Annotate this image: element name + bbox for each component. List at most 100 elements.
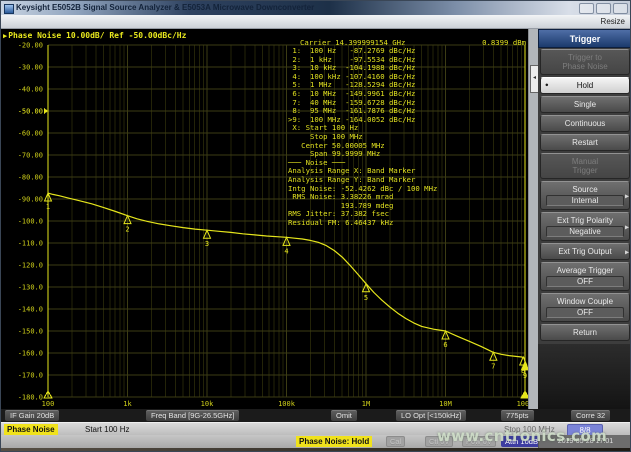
y-axis-labels: -20.00-30.00-40.00-50.00-60.00-70.00-80.… (18, 42, 43, 402)
menu-item-value: Negative (546, 226, 624, 237)
status-item-pow-0v: Pow 0V (462, 436, 496, 447)
close-button[interactable] (613, 3, 628, 14)
svg-text:7: 7 (491, 362, 495, 370)
x-axis-labels: 100 1k 10k 100k 1M 10M 100M (42, 400, 528, 408)
status-segment-corre-32: Corre 32 (571, 410, 610, 421)
menu-filler (538, 344, 631, 409)
menu-item-label: Restart (542, 138, 628, 147)
svg-text:-100.0: -100.0 (18, 218, 43, 226)
svg-text:4: 4 (284, 247, 288, 255)
selected-bullet-icon: ● (545, 81, 549, 90)
svg-text:5: 5 (364, 294, 368, 302)
softkey-menu: Trigger Trigger toPhase Noise ●Hold Single… (538, 29, 631, 409)
svg-text:-160.0: -160.0 (18, 350, 43, 358)
window-bottom-edge (1, 448, 631, 452)
svg-text:100M: 100M (517, 400, 528, 408)
menu-item-label: Phase Noise (542, 62, 628, 71)
svg-text:-150.0: -150.0 (18, 328, 43, 336)
svg-text:10k: 10k (201, 400, 214, 408)
menu-item-label: Source (542, 185, 628, 194)
menu-item-single[interactable]: Single (540, 96, 630, 113)
window-buttons (579, 3, 628, 14)
svg-text:-110.0: -110.0 (18, 240, 43, 248)
menu-item-continuous[interactable]: Continuous (540, 115, 630, 132)
submenu-arrow-icon: ▸ (625, 191, 629, 200)
carrier-power: 0.8399 dBm (482, 38, 526, 47)
submenu-arrow-icon: ▸ (625, 247, 629, 256)
svg-text:-30.00: -30.00 (18, 64, 43, 72)
menu-item-return[interactable]: Return (540, 324, 630, 341)
menu-item-trigger-to-phase-noise: Trigger toPhase Noise (540, 49, 630, 75)
svg-text:2: 2 (125, 226, 129, 234)
menu-item-label: Ext Trig Output (542, 247, 628, 256)
menu-item-average-trigger[interactable]: Average TriggerOFF (540, 262, 630, 291)
menu-item-label: Trigger (542, 166, 628, 175)
app-icon (4, 4, 14, 14)
menu-item-ext-trig-output[interactable]: Ext Trig Output▸ (540, 243, 630, 260)
menu-item-value: Internal (546, 195, 624, 206)
svg-text:100k: 100k (278, 400, 296, 408)
window-title: Keysight E5052B Signal Source Analyzer &… (16, 3, 314, 12)
svg-text:-130.0: -130.0 (18, 284, 43, 292)
svg-text:10M: 10M (439, 400, 452, 408)
svg-text:-140.0: -140.0 (18, 306, 43, 314)
svg-text:9: 9 (523, 372, 527, 380)
status-segment-lo-opt-150khz: LO Opt [<150kHz] (396, 410, 466, 421)
menu-item-label: Manual (542, 157, 628, 166)
measurement-status-bar: IF Gain 20dBFreq Band [9G-26.5GHz]OmitLO… (1, 409, 631, 422)
band-stop-flag-icon[interactable] (521, 391, 528, 398)
menu-item-label: Ext Trig Polarity (542, 216, 628, 225)
resize-button[interactable]: Resize (601, 17, 625, 26)
stop-frequency-label: Stop 100 MHz (504, 425, 555, 434)
status-item-ctl-0v: Ctl 0V (425, 436, 453, 447)
maximize-button[interactable] (596, 3, 611, 14)
svg-text:1k: 1k (123, 400, 132, 408)
svg-text:100: 100 (42, 400, 55, 408)
clock: 2019-05-28 17:01 (538, 435, 631, 448)
menu-title: Trigger (538, 29, 631, 48)
start-frequency-label: Start 100 Hz (85, 425, 129, 434)
mode-badge: Phase Noise (4, 424, 58, 435)
phase-noise-plot: -20.00-30.00-40.00-50.00-60.00-70.00-80.… (1, 29, 528, 409)
instrument-screen: -20.00-30.00-40.00-50.00-60.00-70.00-80.… (1, 29, 528, 409)
noise-line: Residual FM: 6.46437 kHz (288, 219, 437, 228)
menu-item-label: Hold (542, 81, 628, 90)
app-window: Keysight E5052B Signal Source Analyzer &… (0, 0, 631, 452)
svg-text:6: 6 (443, 341, 447, 349)
menu-item-label: Single (542, 100, 628, 109)
svg-text:-70.00: -70.00 (18, 152, 43, 160)
svg-text:-20.00: -20.00 (18, 42, 43, 50)
svg-text:1M: 1M (362, 400, 370, 408)
menu-item-hold[interactable]: ●Hold (540, 77, 630, 94)
menu-item-label: Return (542, 328, 628, 337)
menu-item-source[interactable]: SourceInternal▸ (540, 181, 630, 210)
status-segment-775pts: 775pts (501, 410, 534, 421)
trace-header-label: Phase Noise 10.00dB/ Ref -50.00dBc/Hz (8, 31, 186, 40)
menu-item-value: OFF (546, 307, 624, 318)
menu-item-value: OFF (546, 276, 624, 287)
menu-item-label: Average Trigger (542, 266, 628, 275)
menu-item-window-couple[interactable]: Window CoupleOFF (540, 293, 630, 322)
menu-item-manual-trigger: ManualTrigger (540, 153, 630, 179)
menu-scrollbar[interactable]: ◂ (528, 29, 538, 409)
svg-text:1: 1 (46, 203, 50, 211)
instrument-status-bar: Phase Noise: Hold Attn 10dB 2019-05-28 1… (1, 435, 631, 448)
menu-item-label: Continuous (542, 119, 628, 128)
svg-text:-170.0: -170.0 (18, 372, 43, 380)
svg-text:-50.00: -50.00 (18, 108, 43, 116)
svg-text:-40.00: -40.00 (18, 86, 43, 94)
menu-item-ext-trig-polarity[interactable]: Ext Trig PolarityNegative▸ (540, 212, 630, 241)
toolbar: Resize (1, 15, 631, 29)
submenu-arrow-icon: ▸ (625, 222, 629, 231)
menu-item-label: Window Couple (542, 297, 628, 306)
status-item-cal: Cal (386, 436, 405, 447)
svg-text:-120.0: -120.0 (18, 262, 43, 270)
minimize-button[interactable] (579, 3, 594, 14)
svg-text:-60.00: -60.00 (18, 130, 43, 138)
menu-item-restart[interactable]: Restart (540, 134, 630, 151)
svg-text:-180.0: -180.0 (18, 394, 43, 402)
svg-text:-90.00: -90.00 (18, 196, 43, 204)
trace-pointer-icon: ▶ (3, 32, 7, 40)
attenuator-badge: Attn 10dB (501, 436, 542, 447)
status-segment-if-gain-20db: IF Gain 20dB (5, 410, 59, 421)
